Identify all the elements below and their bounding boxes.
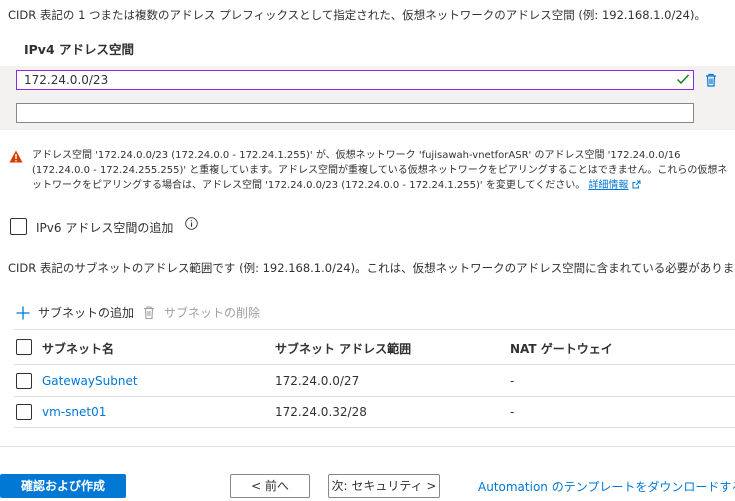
table-row[interactable]: GatewaySubnet 172.24.0.0/27 - [0, 365, 735, 395]
select-all-checkbox[interactable] [16, 339, 32, 355]
ipv4-address-space-label: IPv4 アドレス空間 [24, 42, 135, 57]
next-security-button[interactable]: 次: セキュリティ > [328, 474, 440, 498]
row-divider [14, 427, 735, 428]
add-subnet-button[interactable]: サブネットの追加 [16, 304, 134, 321]
table-row[interactable]: vm-snet01 172.24.0.32/28 - [0, 397, 735, 427]
row-checkbox[interactable] [16, 404, 32, 420]
subnet-address-range: 172.24.0.32/28 [275, 405, 367, 419]
trash-icon [144, 306, 154, 320]
ipv6-checkbox-label: IPv6 アドレス空間の追加 [36, 221, 174, 235]
column-header-address-range[interactable]: サブネット アドレス範囲 [275, 340, 411, 357]
column-header-subnet-name[interactable]: サブネット名 [42, 340, 114, 357]
subnet-cidr-description: CIDR 表記のサブネットのアドレス範囲です (例: 192.168.1.0/2… [8, 261, 735, 275]
add-subnet-label: サブネットの追加 [38, 306, 135, 320]
ipv6-checkbox[interactable] [10, 218, 27, 235]
learn-more-link[interactable]: 詳細情報 [588, 180, 628, 191]
info-icon[interactable] [185, 217, 198, 230]
delete-subnet-label: サブネットの削除 [164, 306, 261, 320]
nat-gateway-value: - [510, 405, 515, 419]
footer-divider [0, 446, 735, 447]
delete-address-icon[interactable] [703, 72, 719, 88]
warning-icon [9, 150, 23, 163]
subnet-address-range: 172.24.0.0/27 [275, 374, 360, 388]
subnet-name-link[interactable]: GatewaySubnet [42, 374, 138, 388]
external-link-icon [632, 180, 641, 189]
download-template-link[interactable]: Automation のテンプレートをダウンロードする [478, 478, 735, 495]
review-create-button[interactable]: 確認および作成 [0, 474, 126, 498]
delete-subnet-button[interactable]: サブネットの削除 [142, 304, 260, 321]
row-checkbox[interactable] [16, 373, 32, 389]
plus-icon [16, 306, 30, 319]
subnet-name-link[interactable]: vm-snet01 [42, 405, 106, 419]
column-header-nat-gateway[interactable]: NAT ゲートウェイ [510, 340, 613, 357]
learn-more-label: 詳細情報 [588, 180, 629, 191]
nat-gateway-value: - [510, 374, 515, 388]
table-top-divider [14, 329, 735, 330]
ipv4-address-input[interactable]: 172.24.0.0/23 [16, 70, 694, 90]
ipv4-address-new-input[interactable] [16, 103, 694, 123]
overlap-warning-message: アドレス空間 '172.24.0.0/23 (172.24.0.0 - 172.… [32, 148, 732, 193]
address-space-description: CIDR 表記の 1 つまたは複数のアドレス プレフィックスとして指定された、仮… [8, 8, 706, 22]
valid-check-icon [677, 74, 690, 85]
previous-button[interactable]: < 前へ [230, 474, 310, 498]
